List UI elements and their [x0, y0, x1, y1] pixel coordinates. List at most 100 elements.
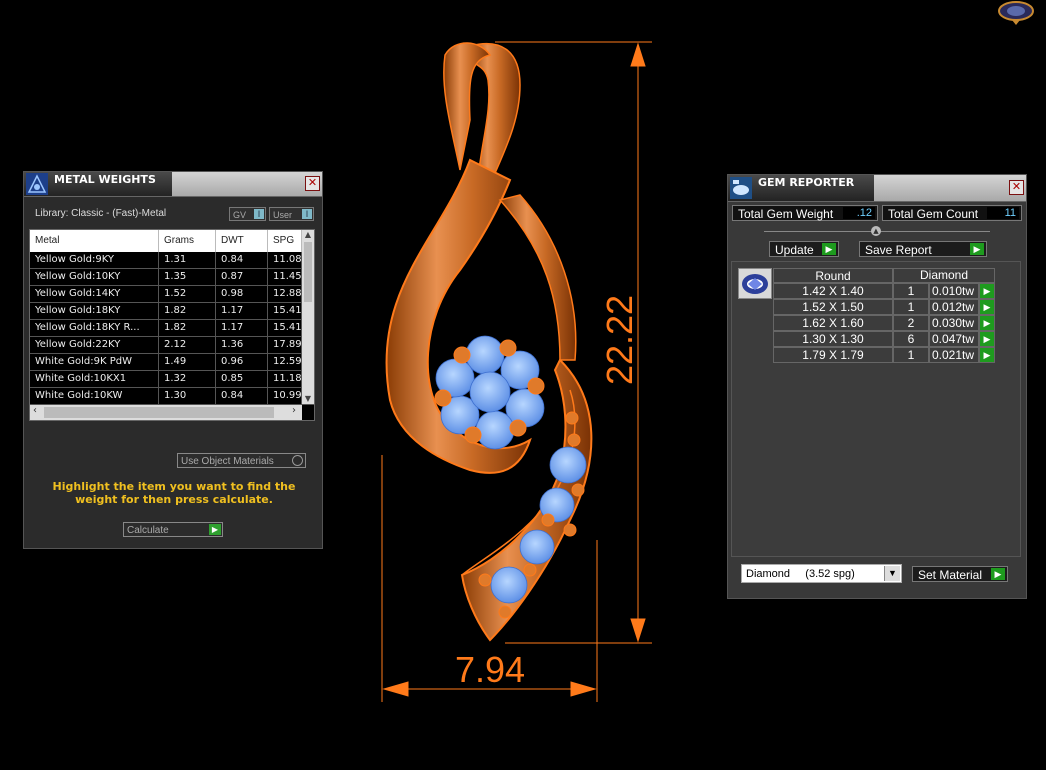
- gem-count-cell: 1: [893, 347, 929, 363]
- total-gem-weight-field: Total Gem Weight .12: [732, 205, 878, 221]
- table-cell: 15.41: [268, 303, 302, 319]
- use-object-materials-label: Use Object Materials: [181, 456, 274, 467]
- table-row[interactable]: Yellow Gold:18KY 1.82 1.17 15.41: [30, 303, 314, 320]
- gem-table-header: Round Diamond: [773, 268, 995, 283]
- user-toggle-knob[interactable]: I: [302, 209, 312, 219]
- play-arrow-icon[interactable]: ▶: [979, 299, 995, 315]
- close-icon[interactable]: ✕: [305, 176, 320, 191]
- gv-toggle-knob[interactable]: I: [254, 209, 264, 219]
- scroll-left-icon[interactable]: ‹: [33, 405, 37, 416]
- play-arrow-icon: ▶: [822, 243, 836, 255]
- table-row[interactable]: White Gold:9K PdW 1.49 0.96 12.59: [30, 354, 314, 371]
- table-row[interactable]: Yellow Gold:18KY R... 1.82 1.17 15.41: [30, 320, 314, 337]
- col-grams[interactable]: Grams: [159, 230, 216, 252]
- table-row[interactable]: Yellow Gold:14KY 1.52 0.98 12.88: [30, 286, 314, 303]
- radio-icon[interactable]: [292, 455, 303, 466]
- play-arrow-icon[interactable]: ▶: [979, 347, 995, 363]
- table-cell: Yellow Gold:9KY: [30, 252, 159, 268]
- table-cell: 0.87: [216, 269, 268, 285]
- gem-weight-cell: 0.021tw: [929, 347, 979, 363]
- play-arrow-icon: ▶: [991, 568, 1005, 580]
- material-select[interactable]: Diamond (3.52 spg) ▼: [741, 564, 902, 583]
- save-report-button[interactable]: Save Report ▶: [859, 241, 987, 257]
- calculate-button[interactable]: Calculate ▶: [123, 522, 223, 537]
- dimension-width-label: 7.94: [455, 649, 525, 690]
- table-cell: Yellow Gold:22KY: [30, 337, 159, 353]
- gem-table[interactable]: Round Diamond 1.42 X 1.40 1 0.010tw ▶ 1.52 X…: [773, 268, 995, 363]
- metal-weights-tab: METAL WEIGHTS: [24, 172, 172, 196]
- metal-table[interactable]: Metal Grams DWT SPG Yellow Gold:9KY 1.31 0…: [29, 229, 315, 421]
- table-cell: 0.85: [216, 371, 268, 387]
- play-arrow-icon[interactable]: ▶: [979, 283, 995, 299]
- close-icon[interactable]: ✕: [1009, 180, 1024, 195]
- use-object-materials-toggle[interactable]: Use Object Materials: [177, 453, 306, 468]
- collapse-icon[interactable]: ▲: [871, 226, 881, 236]
- set-material-button[interactable]: Set Material ▶: [912, 566, 1008, 582]
- total-gem-weight-label: Total Gem Weight: [738, 207, 834, 221]
- update-button[interactable]: Update ▶: [769, 241, 839, 257]
- metal-weights-panel[interactable]: METAL WEIGHTS ✕ Library: Classic - (Fast…: [23, 171, 323, 549]
- table-cell: Yellow Gold:10KY: [30, 269, 159, 285]
- dimension-height-label: 22.22: [599, 295, 640, 385]
- scroll-up-icon[interactable]: ▲: [302, 230, 314, 240]
- gem-reporter-panel[interactable]: GEM REPORTER ✕ Total Gem Weight .12 Tota…: [727, 174, 1027, 599]
- table-cell: 1.31: [159, 252, 216, 268]
- gem-row[interactable]: 1.30 X 1.30 6 0.047tw ▶: [773, 331, 995, 347]
- gem-material-header: Diamond: [893, 268, 995, 283]
- user-toggle[interactable]: User I: [269, 207, 314, 221]
- metal-weights-titlebar[interactable]: METAL WEIGHTS ✕: [24, 172, 322, 197]
- vertical-scrollbar[interactable]: ▲ ▼: [302, 230, 314, 404]
- total-gem-weight-value: .12: [843, 207, 875, 219]
- dropdown-arrow-icon[interactable]: ▼: [884, 566, 900, 581]
- play-arrow-icon: ▶: [209, 524, 221, 535]
- update-label: Update: [775, 243, 814, 257]
- table-cell: 0.84: [216, 252, 268, 268]
- table-row[interactable]: Yellow Gold:22KY 2.12 1.36 17.89: [30, 337, 314, 354]
- col-dwt[interactable]: DWT: [216, 230, 268, 252]
- gem-size-cell: 1.79 X 1.79: [773, 347, 893, 363]
- table-row[interactable]: Yellow Gold:10KY 1.35 0.87 11.45: [30, 269, 314, 286]
- table-cell: 1.82: [159, 303, 216, 319]
- table-cell: 0.96: [216, 354, 268, 370]
- table-row[interactable]: White Gold:10KW 1.30 0.84 10.99: [30, 388, 314, 405]
- horizontal-scrollbar[interactable]: ‹ ›: [30, 405, 302, 420]
- hscroll-thumb[interactable]: [44, 407, 274, 418]
- round-gem-icon[interactable]: [738, 268, 772, 299]
- table-cell: 1.52: [159, 286, 216, 302]
- table-cell: 1.35: [159, 269, 216, 285]
- scroll-right-icon[interactable]: ›: [292, 405, 296, 416]
- total-gem-count-field: Total Gem Count 11: [882, 205, 1022, 221]
- gem-row[interactable]: 1.79 X 1.79 1 0.021tw ▶: [773, 347, 995, 363]
- metal-weights-title: METAL WEIGHTS: [54, 173, 156, 186]
- gem-weight-cell: 0.047tw: [929, 331, 979, 347]
- scroll-thumb[interactable]: [304, 242, 312, 302]
- play-arrow-icon[interactable]: ▶: [979, 315, 995, 331]
- table-cell: 1.49: [159, 354, 216, 370]
- table-cell: Yellow Gold:18KY: [30, 303, 159, 319]
- table-row[interactable]: White Gold:10KX1 1.32 0.85 11.18: [30, 371, 314, 388]
- material-select-value: Diamond (3.52 spg): [746, 568, 855, 580]
- col-spg[interactable]: SPG: [268, 230, 302, 252]
- gem-row[interactable]: 1.42 X 1.40 1 0.010tw ▶: [773, 283, 995, 299]
- gem-reporter-titlebar[interactable]: GEM REPORTER ✕: [728, 175, 1026, 202]
- table-cell: 1.36: [216, 337, 268, 353]
- metal-table-body: Yellow Gold:9KY 1.31 0.84 11.08 Yellow Gold:…: [30, 252, 314, 420]
- gv-toggle-label: GV: [233, 210, 247, 220]
- play-arrow-icon[interactable]: ▶: [979, 331, 995, 347]
- user-toggle-label: User: [273, 210, 293, 220]
- gv-toggle[interactable]: GV I: [229, 207, 266, 221]
- table-cell: 17.89: [268, 337, 302, 353]
- scroll-down-icon[interactable]: ▼: [302, 394, 314, 404]
- calculate-label: Calculate: [127, 525, 169, 536]
- gem-size-cell: 1.62 X 1.60: [773, 315, 893, 331]
- gem-row[interactable]: 1.52 X 1.50 1 0.012tw ▶: [773, 299, 995, 315]
- gem-size-cell: 1.30 X 1.30: [773, 331, 893, 347]
- table-cell: White Gold:10KX1: [30, 371, 159, 387]
- table-cell: Yellow Gold:18KY R...: [30, 320, 159, 336]
- instruction-text: Highlight the item you want to find the …: [52, 480, 296, 506]
- gem-list-area[interactable]: Round Diamond 1.42 X 1.40 1 0.010tw ▶ 1.52 X…: [731, 261, 1021, 557]
- col-metal[interactable]: Metal: [30, 230, 159, 252]
- table-row[interactable]: Yellow Gold:9KY 1.31 0.84 11.08: [30, 252, 314, 269]
- set-material-label: Set Material: [918, 568, 983, 582]
- gem-row[interactable]: 1.62 X 1.60 2 0.030tw ▶: [773, 315, 995, 331]
